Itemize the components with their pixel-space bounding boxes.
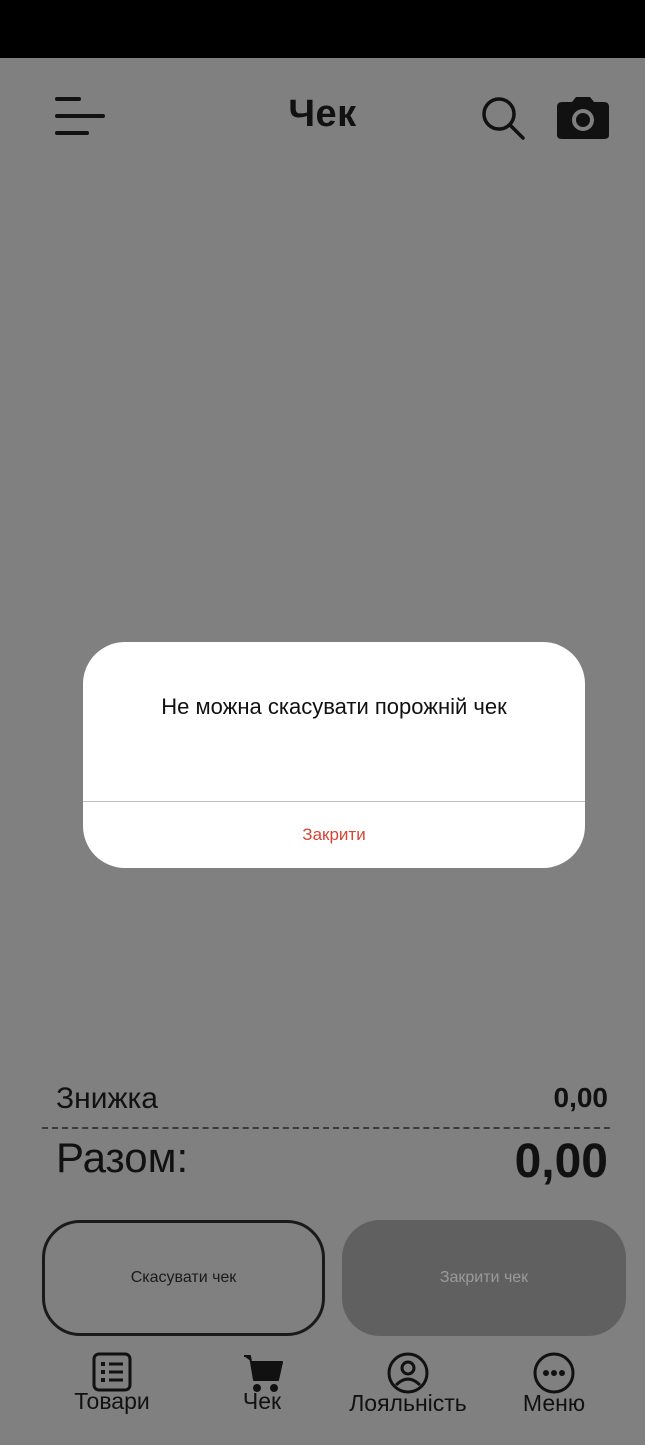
tab-menu-label: Меню (522, 1390, 586, 1416)
camera-icon[interactable] (556, 96, 610, 140)
summary-divider (42, 1127, 610, 1129)
dialog-close-button[interactable]: Закрити (83, 802, 585, 868)
tab-loyalty[interactable]: Лояльність (338, 1350, 478, 1417)
tab-products[interactable]: Товари (42, 1350, 182, 1415)
tab-menu[interactable]: Меню (484, 1350, 624, 1417)
discount-value: 0,00 (553, 1082, 609, 1113)
total-value: 0,00 (514, 1135, 608, 1188)
total-row: Разом: 0,00 (56, 1134, 608, 1189)
discount-row: Знижка 0,00 (56, 1082, 608, 1116)
alert-dialog: Не можна скасувати порожній чек Закрити (83, 642, 585, 868)
status-bar (0, 0, 645, 58)
cancel-receipt-button[interactable]: Скасувати чек (42, 1220, 325, 1336)
page-title: Чек (288, 93, 357, 135)
bottom-tab-bar: Товари Чек Лояльність Меню (0, 1350, 645, 1445)
search-icon[interactable] (480, 95, 526, 141)
tab-receipt-label: Чек (242, 1388, 282, 1414)
discount-label: Знижка (56, 1082, 158, 1115)
tab-receipt[interactable]: Чек (192, 1350, 332, 1415)
close-receipt-button[interactable]: Закрити чек (342, 1220, 626, 1336)
dialog-message: Не можна скасувати порожній чек (161, 694, 507, 719)
tab-loyalty-label: Лояльність (349, 1390, 467, 1416)
tab-products-label: Товари (74, 1388, 150, 1414)
total-label: Разом: (56, 1134, 189, 1181)
